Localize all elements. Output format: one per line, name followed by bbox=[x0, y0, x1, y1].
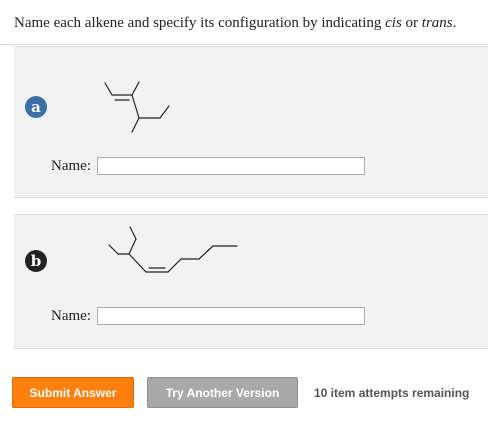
submit-answer-button[interactable]: Submit Answer bbox=[12, 377, 134, 408]
try-another-version-button[interactable]: Try Another Version bbox=[147, 377, 298, 408]
prompt-cis: cis bbox=[385, 15, 402, 31]
name-row-b: Name: bbox=[51, 307, 365, 325]
prompt-text-or: or bbox=[401, 15, 422, 31]
action-footer: Submit Answer Try Another Version 10 ite… bbox=[0, 377, 488, 411]
bond bbox=[131, 117, 140, 133]
prompt-text: Name each alkene and specify its configu… bbox=[14, 15, 386, 31]
name-label-b: Name: bbox=[51, 307, 91, 324]
bond bbox=[131, 81, 140, 96]
part-a-badge: a bbox=[25, 96, 47, 118]
name-label-a: Name: bbox=[51, 157, 91, 174]
structure-b bbox=[108, 226, 238, 273]
bond bbox=[129, 226, 137, 240]
attempts-remaining-text: 10 item attempts remaining bbox=[314, 386, 470, 400]
bond bbox=[167, 258, 182, 273]
bond bbox=[131, 94, 140, 119]
bond bbox=[128, 253, 147, 273]
bond bbox=[108, 244, 119, 255]
bond bbox=[198, 245, 214, 260]
bond bbox=[128, 238, 137, 255]
name-row-a: Name: bbox=[51, 157, 365, 175]
prompt-trans: trans bbox=[421, 15, 453, 31]
question-part-b: b Name: bbox=[14, 214, 488, 349]
part-b-badge: b bbox=[25, 250, 47, 272]
question-prompt: Name each alkene and specify its configu… bbox=[14, 14, 456, 32]
question-part-a: a Name: bbox=[14, 46, 488, 198]
prompt-period: . bbox=[452, 15, 457, 31]
part-b-badge-letter: b bbox=[30, 251, 42, 270]
question-header: Name each alkene and specify its configu… bbox=[0, 0, 488, 45]
bond bbox=[104, 82, 113, 96]
part-a-badge-letter: a bbox=[31, 97, 41, 116]
bond bbox=[159, 105, 170, 119]
name-input-b[interactable] bbox=[97, 307, 365, 325]
name-input-a[interactable] bbox=[97, 157, 365, 175]
